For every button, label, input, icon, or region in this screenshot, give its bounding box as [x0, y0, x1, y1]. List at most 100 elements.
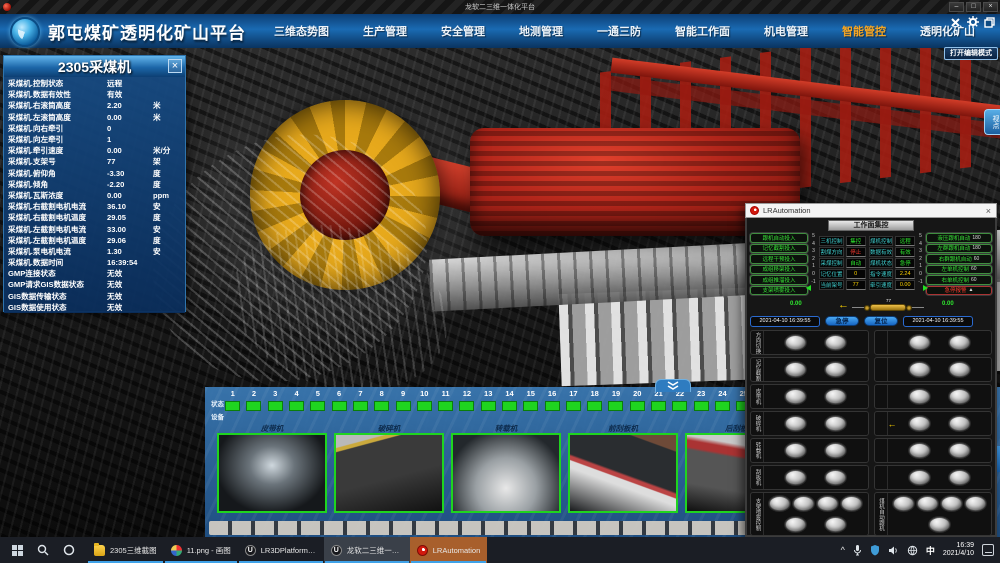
- round-control-button[interactable]: [785, 335, 806, 350]
- round-control-button[interactable]: [769, 496, 790, 511]
- round-control-button[interactable]: [785, 470, 806, 485]
- nav-menu-item[interactable]: 机电管理: [764, 23, 808, 39]
- round-control-button[interactable]: [949, 335, 970, 350]
- tools-icon[interactable]: [949, 16, 962, 28]
- support-status-cell[interactable]: 23: [691, 389, 712, 411]
- support-status-cell[interactable]: 17: [563, 389, 584, 411]
- taskbar-app-item[interactable]: 2305三维截图: [87, 537, 164, 563]
- nav-menu-item[interactable]: 生产管理: [363, 23, 407, 39]
- support-status-cell[interactable]: 2: [243, 389, 264, 411]
- cortana-icon[interactable]: [63, 544, 75, 556]
- support-status-cell[interactable]: 18: [584, 389, 605, 411]
- round-control-button[interactable]: [825, 335, 846, 350]
- round-control-button[interactable]: [941, 496, 962, 511]
- nav-menu-item[interactable]: 三维态势图: [274, 23, 329, 39]
- viewpoint-tab[interactable]: 视点: [984, 109, 1000, 135]
- support-status-cell[interactable]: 14: [499, 389, 520, 411]
- round-control-button[interactable]: [949, 443, 970, 458]
- support-status-cell[interactable]: 5: [307, 389, 328, 411]
- mode-button[interactable]: 记忆截割投入: [750, 244, 808, 254]
- support-status-cell[interactable]: 10: [414, 389, 435, 411]
- taskbar-app-item[interactable]: 龙软二三维一体化...: [324, 537, 410, 563]
- restore-window-icon[interactable]: [983, 16, 996, 28]
- support-status-cell[interactable]: 13: [478, 389, 499, 411]
- mode-button[interactable]: 急停报警 ▲: [926, 286, 992, 296]
- support-status-cell[interactable]: 3: [265, 389, 286, 411]
- round-control-button[interactable]: [825, 443, 846, 458]
- notification-center-icon[interactable]: [982, 544, 994, 556]
- support-status-cell[interactable]: 8: [371, 389, 392, 411]
- camera-video-thumbnail[interactable]: [451, 433, 561, 513]
- open-edit-mode-button[interactable]: 打开编辑模式: [944, 47, 998, 60]
- nav-menu-item[interactable]: 智能管控: [842, 23, 886, 39]
- reset-button[interactable]: 复位: [864, 316, 898, 326]
- mode-button[interactable]: 右群跟机自动 60: [926, 254, 992, 264]
- nav-menu-item[interactable]: 安全管理: [441, 23, 485, 39]
- round-control-button[interactable]: [949, 389, 970, 404]
- round-control-button[interactable]: [785, 443, 806, 458]
- mode-button[interactable]: 支架喷雾投入: [750, 286, 808, 296]
- nav-menu-item[interactable]: 地测管理: [519, 23, 563, 39]
- taskbar-app-item[interactable]: LR3DPlatform - U...: [238, 537, 324, 563]
- support-status-cell[interactable]: 7: [350, 389, 371, 411]
- round-control-button[interactable]: [909, 470, 930, 485]
- support-status-cell[interactable]: 4: [286, 389, 307, 411]
- speaker-icon[interactable]: [888, 545, 899, 556]
- nav-menu-item[interactable]: 智能工作面: [675, 23, 730, 39]
- search-icon[interactable]: [37, 544, 49, 556]
- round-control-button[interactable]: [909, 362, 930, 377]
- support-status-cell[interactable]: 12: [456, 389, 477, 411]
- mode-button[interactable]: 左群跟机自动 180: [926, 244, 992, 254]
- round-control-button[interactable]: [793, 496, 814, 511]
- taskbar-app-item[interactable]: 11.png - 画图: [164, 537, 238, 563]
- round-control-button[interactable]: [825, 416, 846, 431]
- mode-button[interactable]: 右单机控制 60: [926, 275, 992, 285]
- round-control-button[interactable]: [909, 335, 930, 350]
- round-control-button[interactable]: [917, 496, 938, 511]
- round-control-button[interactable]: [841, 496, 862, 511]
- nav-menu-item[interactable]: 一通三防: [597, 23, 641, 39]
- round-control-button[interactable]: [785, 362, 806, 377]
- gear-icon[interactable]: [966, 16, 979, 28]
- round-control-button[interactable]: [949, 470, 970, 485]
- support-status-cell[interactable]: 9: [392, 389, 413, 411]
- round-control-button[interactable]: [893, 496, 914, 511]
- maximize-button[interactable]: □: [966, 2, 981, 12]
- round-control-button[interactable]: [909, 443, 930, 458]
- workface-control-tab[interactable]: 工作面集控: [828, 220, 914, 231]
- network-globe-icon[interactable]: [907, 545, 918, 556]
- round-control-button[interactable]: [949, 362, 970, 377]
- tray-chevron-up-icon[interactable]: ^: [841, 545, 845, 555]
- mode-button[interactable]: 跟机自动投入: [750, 233, 808, 243]
- round-control-button[interactable]: [949, 416, 970, 431]
- camera-video-thumbnail[interactable]: [568, 433, 678, 513]
- start-button[interactable]: [12, 545, 23, 556]
- round-control-button[interactable]: [825, 362, 846, 377]
- camera-video-thumbnail[interactable]: [217, 433, 327, 513]
- support-status-cell[interactable]: 22: [669, 389, 690, 411]
- mode-button[interactable]: 成组推溜投入: [750, 275, 808, 285]
- support-status-cell[interactable]: 15: [520, 389, 541, 411]
- round-control-button[interactable]: [825, 517, 846, 532]
- round-control-button[interactable]: [965, 496, 986, 511]
- round-control-button[interactable]: [929, 517, 950, 532]
- support-status-cell[interactable]: 1: [222, 389, 243, 411]
- round-control-button[interactable]: [785, 416, 806, 431]
- round-control-button[interactable]: [825, 470, 846, 485]
- taskbar-clock[interactable]: 16:39 2021/4/10: [943, 542, 974, 559]
- round-control-button[interactable]: [825, 389, 846, 404]
- lrautomation-close-icon[interactable]: ×: [986, 206, 991, 216]
- mode-button[interactable]: 成组移架投入: [750, 265, 808, 275]
- support-status-cell[interactable]: 11: [435, 389, 456, 411]
- round-control-button[interactable]: [817, 496, 838, 511]
- camera-video-thumbnail[interactable]: [334, 433, 444, 513]
- mode-button[interactable]: 远程干预投入: [750, 254, 808, 264]
- close-button[interactable]: ×: [983, 2, 998, 12]
- support-status-cell[interactable]: 16: [541, 389, 562, 411]
- ime-indicator[interactable]: 中: [926, 544, 935, 557]
- taskbar-app-item[interactable]: LRAutomation: [410, 537, 488, 563]
- round-control-button[interactable]: [785, 389, 806, 404]
- defender-shield-icon[interactable]: [870, 544, 880, 556]
- round-control-button[interactable]: [785, 517, 806, 532]
- mode-button[interactable]: 液压跟机自动 180: [926, 233, 992, 243]
